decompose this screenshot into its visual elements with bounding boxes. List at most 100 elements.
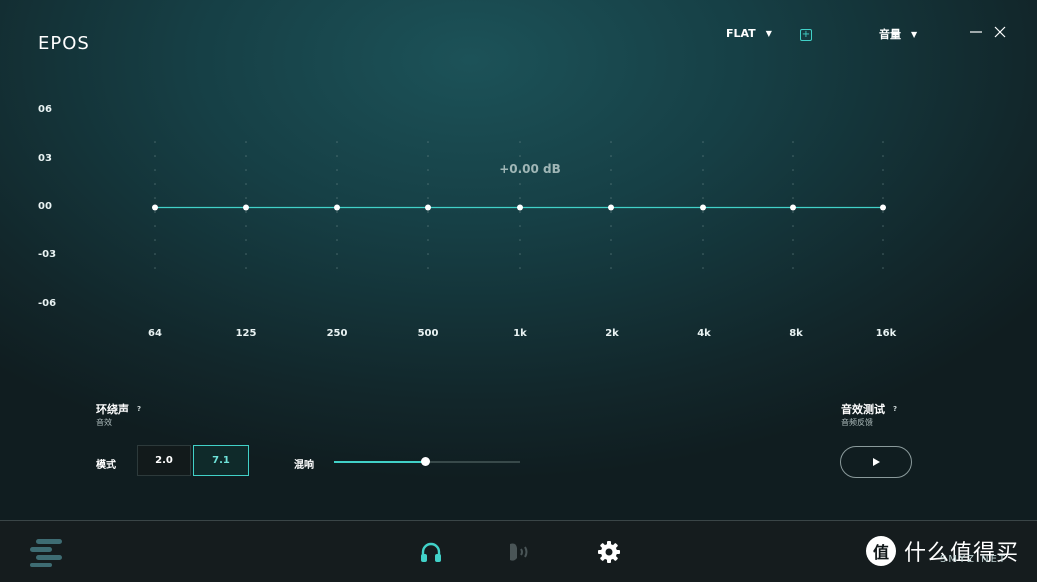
eq-x-label: 125 — [235, 328, 257, 339]
eq-guide-dot — [154, 253, 156, 255]
eq-band-handle[interactable] — [880, 204, 886, 211]
eq-guide-dot — [882, 239, 884, 241]
eq-guide-dot — [336, 239, 338, 241]
eq-guide-dot — [792, 225, 794, 227]
eq-guide-dot — [610, 183, 612, 185]
eq-guide-dot — [154, 225, 156, 227]
reverb-slider-thumb[interactable] — [421, 457, 431, 466]
eq-guide-dot — [336, 253, 338, 255]
eq-guide-dot — [427, 211, 429, 213]
eq-guide-dot — [519, 239, 521, 241]
help-icon[interactable]: ? — [137, 405, 141, 413]
eq-band-handle[interactable] — [790, 204, 796, 211]
eq-guide-dot — [610, 141, 612, 143]
eq-guide-dot — [245, 225, 247, 227]
eq-band-handle[interactable] — [425, 204, 431, 211]
play-button[interactable] — [840, 446, 912, 478]
eq-guide-dot — [336, 267, 338, 269]
eq-guide-dot — [792, 155, 794, 157]
microphone-tab[interactable] — [505, 537, 535, 567]
eq-guide-dot — [519, 197, 521, 199]
eq-band-handle[interactable] — [334, 204, 340, 211]
eq-x-label: 2k — [605, 328, 619, 339]
eq-x-label: 8k — [789, 328, 803, 339]
eq-x-label: 16k — [875, 328, 897, 339]
eq-guide-dot — [882, 155, 884, 157]
reverb-slider[interactable] — [334, 457, 520, 466]
eq-guide-dot — [882, 197, 884, 199]
headphones-tab[interactable] — [416, 537, 446, 567]
eq-guide-dot — [610, 169, 612, 171]
eq-band-handle[interactable] — [517, 204, 523, 211]
eq-guide-dot — [882, 211, 884, 213]
eq-guide-dot — [610, 225, 612, 227]
eq-x-label: 64 — [148, 328, 162, 339]
eq-guide-dot — [702, 155, 704, 157]
eq-guide-dot — [882, 253, 884, 255]
eq-guide-dot — [792, 197, 794, 199]
eq-guide-dot — [245, 267, 247, 269]
eq-guide-dot — [336, 183, 338, 185]
gear-icon — [598, 541, 620, 563]
eq-guide-dot — [519, 211, 521, 213]
sound-test-subtitle: 音频反馈 — [841, 418, 873, 427]
eq-x-label: 4k — [697, 328, 711, 339]
eq-guide-dot — [154, 183, 156, 185]
eq-guide-dot — [154, 141, 156, 143]
mode-2-0-button[interactable]: 2.0 — [137, 445, 191, 476]
eq-guide-dot — [427, 183, 429, 185]
watermark-sub: SMYZ.NET — [940, 554, 1008, 565]
mode-7-1-button[interactable]: 7.1 — [193, 445, 249, 476]
eq-band-handle[interactable] — [608, 204, 614, 211]
eq-guide-dot — [702, 183, 704, 185]
eq-guide-dot — [702, 253, 704, 255]
eq-guide-dot — [154, 211, 156, 213]
eq-band-handle[interactable] — [152, 204, 158, 211]
eq-guide-dot — [610, 239, 612, 241]
eq-band-handle[interactable] — [700, 204, 706, 211]
eq-guide-dot — [154, 169, 156, 171]
eq-x-label: 1k — [513, 328, 527, 339]
eq-guide-dot — [792, 169, 794, 171]
eq-guide-dot — [519, 183, 521, 185]
eq-guide-dot — [427, 239, 429, 241]
sound-test-title: 音效测试 — [841, 403, 885, 416]
eq-guide-dot — [519, 141, 521, 143]
settings-tab[interactable] — [594, 537, 624, 567]
eq-guide-dot — [336, 211, 338, 213]
eq-guide-dot — [792, 239, 794, 241]
menu-button[interactable] — [30, 537, 64, 567]
menu-icon — [30, 539, 62, 567]
help-icon[interactable]: ? — [893, 405, 897, 413]
eq-guide-dot — [882, 169, 884, 171]
eq-guide-dot — [610, 197, 612, 199]
eq-guide-dot — [702, 211, 704, 213]
eq-guide-dot — [154, 155, 156, 157]
eq-guide-dot — [882, 225, 884, 227]
eq-band-handle[interactable] — [243, 204, 249, 211]
play-icon — [873, 458, 880, 466]
eq-guide-dot — [336, 141, 338, 143]
surround-title: 环绕声 — [96, 403, 129, 416]
eq-guide-dot — [336, 225, 338, 227]
eq-guide-dot — [610, 267, 612, 269]
eq-guide-dot — [154, 197, 156, 199]
eq-guide-dot — [702, 141, 704, 143]
eq-guide-dot — [702, 239, 704, 241]
eq-guide-dot — [427, 169, 429, 171]
eq-guide-dot — [427, 197, 429, 199]
eq-guide-dot — [792, 141, 794, 143]
surround-subtitle: 音效 — [96, 418, 112, 427]
eq-guide-dot — [336, 197, 338, 199]
eq-guide-dot — [519, 267, 521, 269]
watermark-logo: 值 — [866, 536, 896, 566]
eq-guide-dot — [427, 155, 429, 157]
eq-guide-dot — [792, 183, 794, 185]
eq-guide-dot — [610, 253, 612, 255]
eq-guide-dot — [610, 155, 612, 157]
eq-guide-dot — [882, 183, 884, 185]
eq-guide-dot — [245, 155, 247, 157]
microphone-icon — [510, 543, 528, 561]
mode-label: 模式 — [96, 460, 116, 471]
eq-guide-dot — [882, 267, 884, 269]
